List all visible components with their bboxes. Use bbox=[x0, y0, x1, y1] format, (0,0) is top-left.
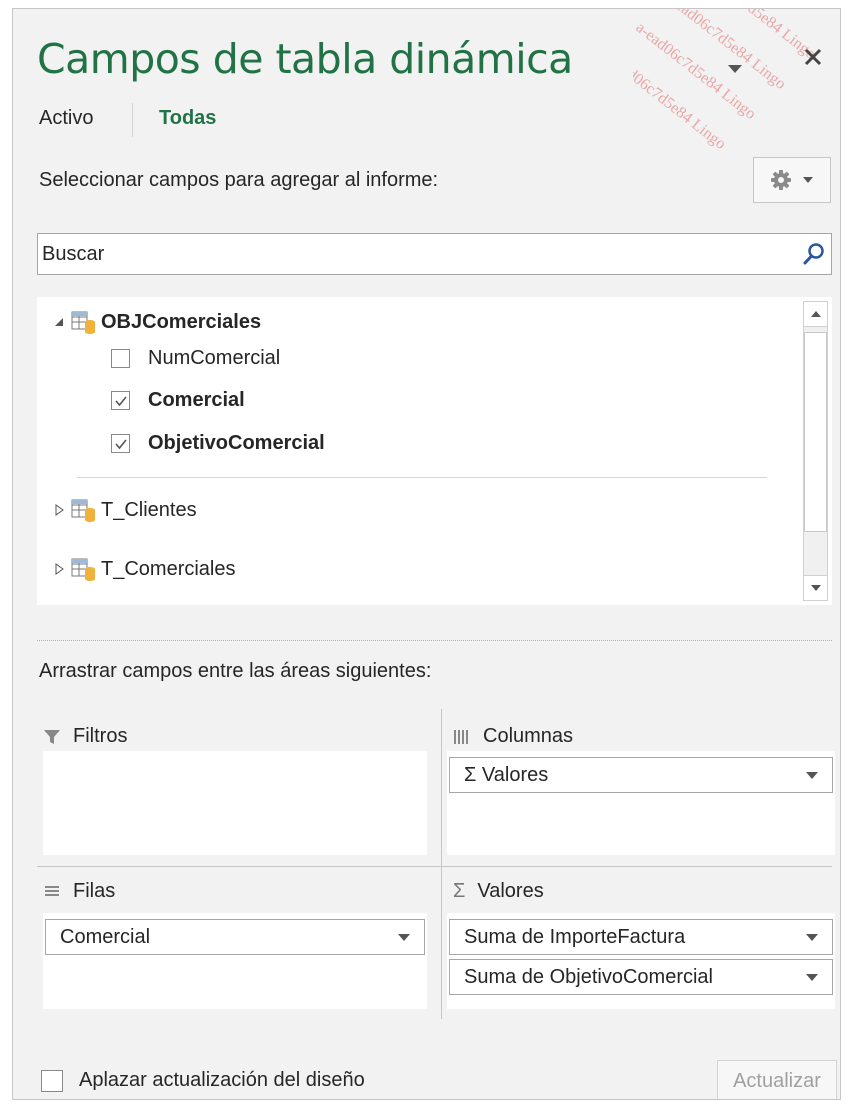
columns-area-label: Columnas bbox=[453, 725, 573, 748]
chevron-down-icon[interactable] bbox=[398, 934, 410, 941]
tab-activo[interactable]: Activo bbox=[39, 107, 93, 130]
field-list: OBJComerciales NumComercial Comercial Ob… bbox=[37, 297, 832, 605]
filters-label-text: Filtros bbox=[73, 725, 128, 747]
scroll-down-button[interactable] bbox=[804, 575, 827, 600]
tab-todas[interactable]: Todas bbox=[159, 107, 216, 130]
field-section-heading: Seleccionar campos para agregar al infor… bbox=[39, 169, 439, 191]
filter-icon bbox=[44, 729, 60, 744]
rows-label-text: Filas bbox=[73, 880, 116, 902]
filters-drop-zone[interactable] bbox=[43, 751, 427, 855]
table-group-divider bbox=[77, 477, 767, 478]
chip-label: Suma de ObjetivoComercial bbox=[464, 965, 713, 988]
values-field-chip[interactable]: Suma de ImporteFactura bbox=[449, 919, 833, 955]
field-checkbox-checked[interactable] bbox=[111, 434, 130, 453]
gear-icon bbox=[771, 170, 791, 190]
table-name: T_Comerciales bbox=[101, 557, 236, 580]
table-name: OBJComerciales bbox=[101, 310, 262, 333]
table-icon bbox=[71, 311, 95, 334]
watermark: a-ead06c7d5e84 Lingo a-ead06c7d5e84 Ling… bbox=[633, 9, 819, 153]
arrow-up-icon bbox=[810, 311, 821, 317]
expand-triangle-icon[interactable] bbox=[53, 563, 65, 575]
columns-icon bbox=[454, 729, 468, 744]
table-icon bbox=[71, 499, 95, 522]
field-label: NumComercial bbox=[148, 347, 281, 369]
areas-vertical-divider bbox=[441, 709, 442, 1019]
columns-label-text: Columnas bbox=[483, 725, 574, 747]
field-label: ObjetivoComercial bbox=[148, 432, 325, 454]
columns-field-chip[interactable]: Σ Valores bbox=[449, 757, 833, 793]
areas-horizontal-divider bbox=[37, 866, 832, 867]
chip-label: Suma de ImporteFactura bbox=[464, 925, 686, 948]
sigma-icon: Σ bbox=[453, 880, 466, 902]
filters-area-label: Filtros bbox=[43, 725, 127, 748]
values-label-text: Valores bbox=[477, 880, 544, 902]
field-list-scrollbar[interactable] bbox=[803, 301, 828, 601]
close-pane-button[interactable] bbox=[803, 45, 823, 71]
chevron-down-icon bbox=[803, 177, 813, 183]
field-row-objetivocomercial[interactable]: ObjetivoComercial bbox=[111, 432, 325, 455]
checkmark-icon bbox=[114, 395, 127, 406]
search-input[interactable] bbox=[42, 238, 782, 270]
chevron-down-icon[interactable] bbox=[806, 934, 818, 941]
table-icon bbox=[71, 558, 95, 581]
chevron-down-icon[interactable] bbox=[806, 772, 818, 779]
update-button[interactable]: Actualizar bbox=[717, 1060, 837, 1099]
tools-button[interactable] bbox=[753, 157, 831, 203]
values-area-label: Σ Valores bbox=[453, 880, 544, 903]
table-node-t-clientes[interactable]: T_Clientes bbox=[53, 497, 197, 523]
search-box bbox=[37, 233, 832, 275]
field-label: Comercial bbox=[148, 389, 245, 411]
collapse-triangle-icon[interactable] bbox=[53, 316, 65, 328]
table-node-t-comerciales[interactable]: T_Comerciales bbox=[53, 556, 235, 582]
search-icon[interactable] bbox=[803, 242, 825, 271]
defer-update-checkbox[interactable] bbox=[41, 1069, 63, 1092]
areas-heading: Arrastrar campos entre las áreas siguien… bbox=[39, 660, 432, 682]
scroll-thumb[interactable] bbox=[804, 332, 827, 532]
chip-label: Comercial bbox=[60, 925, 151, 948]
rows-icon bbox=[45, 885, 59, 896]
chip-label: Σ Valores bbox=[464, 763, 549, 786]
chevron-down-icon bbox=[728, 65, 742, 73]
close-icon bbox=[804, 48, 822, 66]
field-checkbox[interactable] bbox=[111, 349, 130, 368]
tab-separator bbox=[132, 103, 133, 137]
field-row-numcomercial[interactable]: NumComercial bbox=[111, 347, 280, 370]
rows-area-label: Filas bbox=[43, 880, 115, 903]
chevron-down-icon[interactable] bbox=[806, 974, 818, 981]
section-divider bbox=[37, 640, 832, 641]
defer-update-label: Aplazar actualización del diseño bbox=[79, 1069, 365, 1091]
field-row-comercial[interactable]: Comercial bbox=[111, 389, 245, 412]
pane-options-dropdown[interactable] bbox=[727, 53, 743, 79]
checkmark-icon bbox=[114, 438, 127, 449]
rows-field-chip[interactable]: Comercial bbox=[45, 919, 425, 955]
expand-triangle-icon[interactable] bbox=[53, 504, 65, 516]
defer-update-row[interactable]: Aplazar actualización del diseño bbox=[41, 1069, 365, 1092]
table-node-objcomerciales[interactable]: OBJComerciales bbox=[53, 309, 261, 335]
arrow-down-icon bbox=[810, 585, 821, 591]
table-name: T_Clientes bbox=[101, 498, 197, 521]
values-field-chip[interactable]: Suma de ObjetivoComercial bbox=[449, 959, 833, 995]
pane-title: Campos de tabla dinámica bbox=[37, 35, 573, 83]
scroll-up-button[interactable] bbox=[804, 302, 827, 327]
pivot-field-list-pane: a-ead06c7d5e84 Lingo a-ead06c7d5e84 Ling… bbox=[12, 8, 841, 1100]
field-checkbox-checked[interactable] bbox=[111, 391, 130, 410]
